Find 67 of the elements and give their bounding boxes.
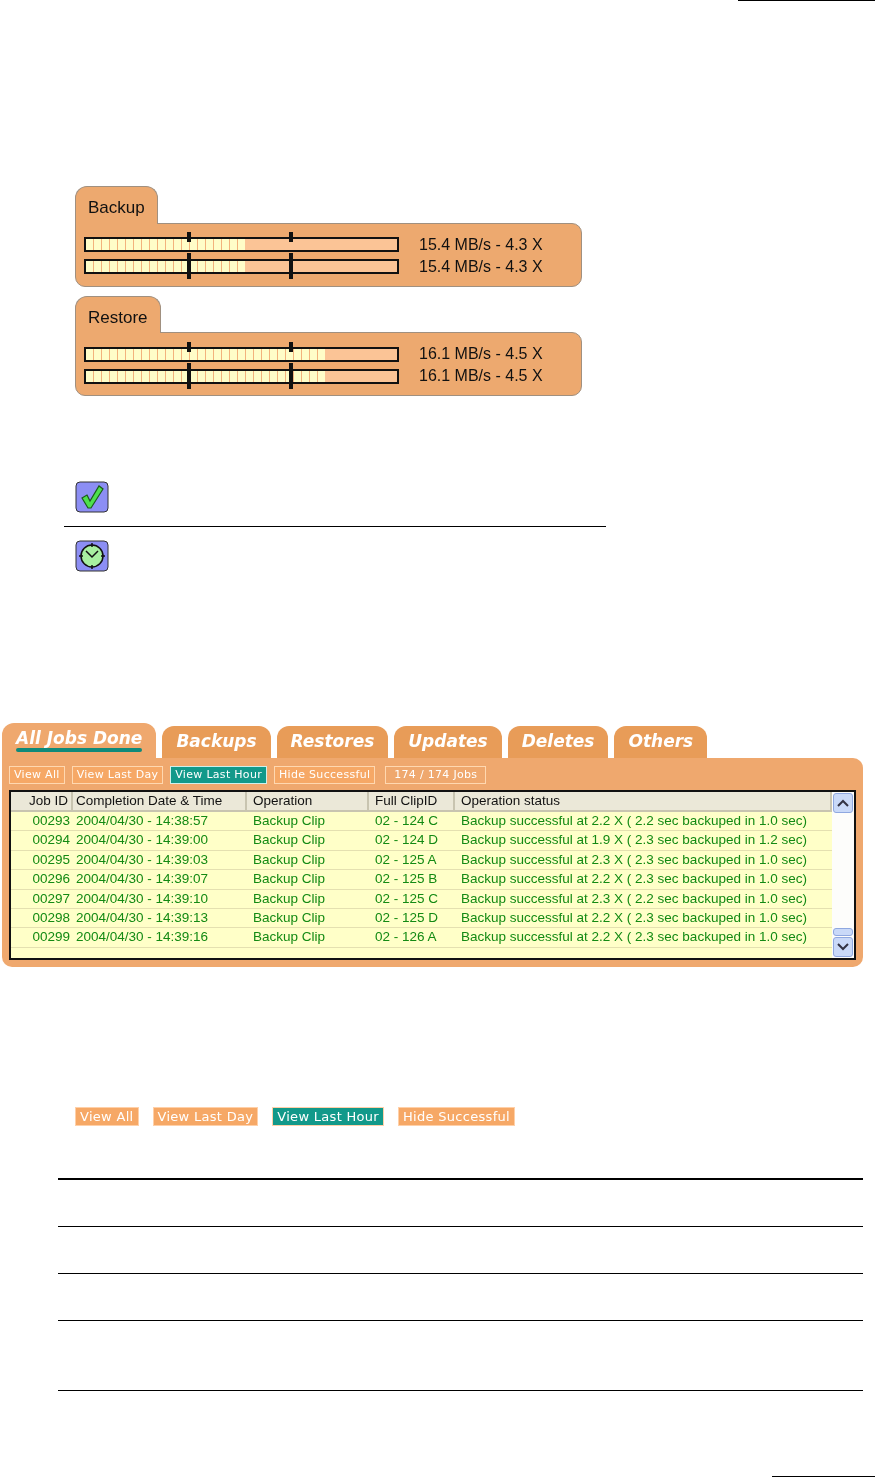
- tab[interactable]: Others: [614, 726, 708, 758]
- filter-button[interactable]: View All: [75, 1107, 139, 1126]
- table-cell-text: Backup successful at 2.3 X ( 2.3 sec backuped in 1.0 sec): [460, 850, 808, 869]
- table-cell-text: 02 - 125 C: [374, 889, 440, 908]
- table-cell-text: Backup Clip: [252, 812, 327, 830]
- column-header[interactable]: Completion Date & Time: [73, 792, 247, 812]
- table-cell-text: 02 - 124 D: [374, 831, 440, 850]
- table-cell-text: 2004/04/30 - 14:39:00: [75, 831, 210, 850]
- column-header[interactable]: Job ID: [11, 792, 73, 812]
- filter-button[interactable]: View All: [9, 766, 65, 784]
- table-cell-text: 02 - 124 C: [374, 812, 440, 830]
- check-icon: [75, 481, 109, 513]
- table-cell-text: 00296: [31, 870, 71, 889]
- table-cell-text: Backup Clip: [252, 850, 327, 869]
- filter-button[interactable]: View Last Day: [71, 766, 164, 784]
- table-cell-text: 2004/04/30 - 14:39:07: [75, 870, 210, 889]
- tab[interactable]: Restores: [276, 726, 389, 758]
- column-header[interactable]: Operation: [247, 792, 369, 812]
- meter-title: Backup: [75, 186, 158, 224]
- table-cell-text: 00299: [31, 928, 71, 947]
- table-cell-text: 00297: [31, 889, 71, 908]
- scrollbar-thumb[interactable]: [833, 928, 853, 936]
- clock-icon: [75, 540, 109, 572]
- column-header[interactable]: Operation status: [455, 792, 832, 812]
- tab[interactable]: Backups: [162, 726, 271, 758]
- table-cell-text: 2004/04/30 - 14:39:16: [75, 928, 210, 947]
- table-cell-text: Backup successful at 2.2 X ( 2.3 sec backuped in 1.0 sec): [460, 870, 808, 889]
- filter-button[interactable]: Hide Successful: [398, 1107, 515, 1126]
- table-cell-text: Backup Clip: [252, 870, 327, 889]
- scroll-up-button[interactable]: [833, 793, 853, 813]
- table-cell-text: 00298: [31, 908, 71, 927]
- chevron-icon: [837, 799, 849, 807]
- table-cell-text: 2004/04/30 - 14:39:13: [75, 908, 210, 927]
- column-header[interactable]: Full ClipID: [369, 792, 455, 812]
- table-cell-text: 2004/04/30 - 14:39:03: [75, 850, 210, 869]
- table-cell-text: Backup Clip: [252, 928, 327, 947]
- table-cell-text: Backup successful at 2.2 X ( 2.3 sec backuped in 1.0 sec): [460, 908, 808, 927]
- meter-title: Restore: [75, 295, 161, 333]
- table-cell-text: 00295: [31, 850, 71, 869]
- table-cell-text: Backup successful at 2.2 X ( 2.3 sec backuped in 1.0 sec): [460, 928, 808, 947]
- meter-reading: 15.4 MB/s - 4.3 X: [419, 234, 543, 255]
- table-cell-text: Backup Clip: [252, 908, 327, 927]
- table-cell-text: 02 - 125 B: [374, 870, 439, 889]
- table-cell-text: Backup Clip: [252, 889, 327, 908]
- table-cell-text: Backup Clip: [252, 831, 327, 850]
- filter-button[interactable]: View Last Hour: [170, 766, 267, 784]
- job-count: 174 / 174 Jobs: [385, 766, 487, 784]
- table-cell-text: 2004/04/30 - 14:39:10: [75, 889, 210, 908]
- table-cell-text: 02 - 126 A: [374, 928, 438, 947]
- meter-reading: 15.4 MB/s - 4.3 X: [419, 256, 543, 277]
- tab[interactable]: Deletes: [507, 726, 609, 758]
- scroll-down-button[interactable]: [833, 937, 853, 957]
- table-cell-text: 02 - 125 D: [374, 908, 440, 927]
- table-cell-text: 02 - 125 A: [374, 850, 438, 869]
- table-cell-text: 00293: [31, 812, 71, 830]
- table-cell-text: 2004/04/30 - 14:38:57: [75, 812, 210, 830]
- chevron-icon: [837, 943, 849, 951]
- table-cell-text: 00294: [31, 831, 71, 850]
- filter-button[interactable]: View Last Day: [152, 1107, 259, 1126]
- meter-reading: 16.1 MB/s - 4.5 X: [419, 344, 543, 364]
- filter-button[interactable]: Hide Successful: [274, 766, 376, 784]
- tab[interactable]: Updates: [394, 726, 502, 758]
- meter-reading: 16.1 MB/s - 4.5 X: [419, 366, 543, 386]
- table-cell-text: Backup successful at 2.3 X ( 2.2 sec backuped in 1.0 sec): [460, 889, 808, 908]
- table-cell-text: Backup successful at 1.9 X ( 2.3 sec backuped in 1.2 sec): [460, 831, 808, 850]
- table-cell-text: Backup successful at 2.2 X ( 2.2 sec backuped in 1.0 sec): [460, 812, 808, 830]
- filter-button[interactable]: View Last Hour: [272, 1107, 384, 1126]
